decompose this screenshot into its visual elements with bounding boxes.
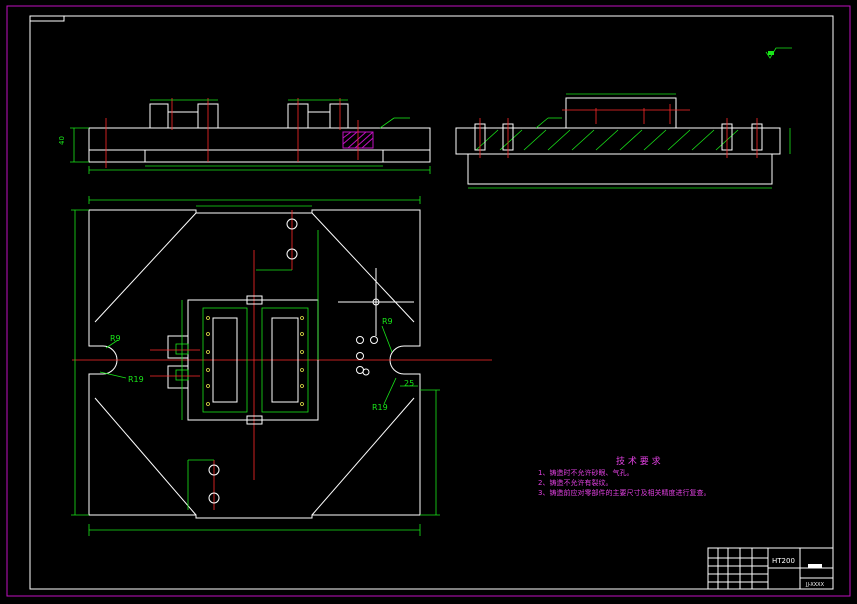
- height-dim-text: 40: [58, 136, 66, 145]
- dimension-label-25: 25: [404, 379, 414, 388]
- title-block: HT200 JJ-XXXX: [707, 547, 834, 590]
- front-view: 40: [58, 98, 431, 174]
- cad-drawing-canvas: 40 R9 R19 R9 R19 25 技 术 要 求 1、铸造时不允许砂眼、气…: [6, 5, 851, 597]
- note-item-2: 2、铸造不允许有裂纹。: [538, 478, 612, 487]
- note-item-1: 1、铸造时不允许砂眼、气孔。: [538, 468, 633, 477]
- plan-view: R9 R19 R9 R19 25: [71, 196, 492, 536]
- radius-label-right-top: R9: [382, 317, 393, 326]
- technical-notes: 技 术 要 求 1、铸造时不允许砂眼、气孔。 2、铸造不允许有裂纹。 3、铸造前…: [538, 455, 710, 497]
- note-item-3: 3、铸造前应对零部件的主要尺寸及相关精度进行复查。: [538, 488, 710, 497]
- surface-finish-symbol: [765, 47, 792, 59]
- drawing-frame: [6, 5, 851, 597]
- radius-label-left-bottom: R19: [128, 375, 144, 384]
- side-view: [455, 93, 791, 189]
- notes-title: 技 术 要 求: [616, 455, 661, 467]
- radius-label-right-bottom: R19: [372, 403, 388, 412]
- drawing-number-text: JJ-XXXX: [805, 582, 825, 588]
- radius-label-left-top: R9: [110, 334, 121, 343]
- material-text: HT200: [772, 557, 795, 565]
